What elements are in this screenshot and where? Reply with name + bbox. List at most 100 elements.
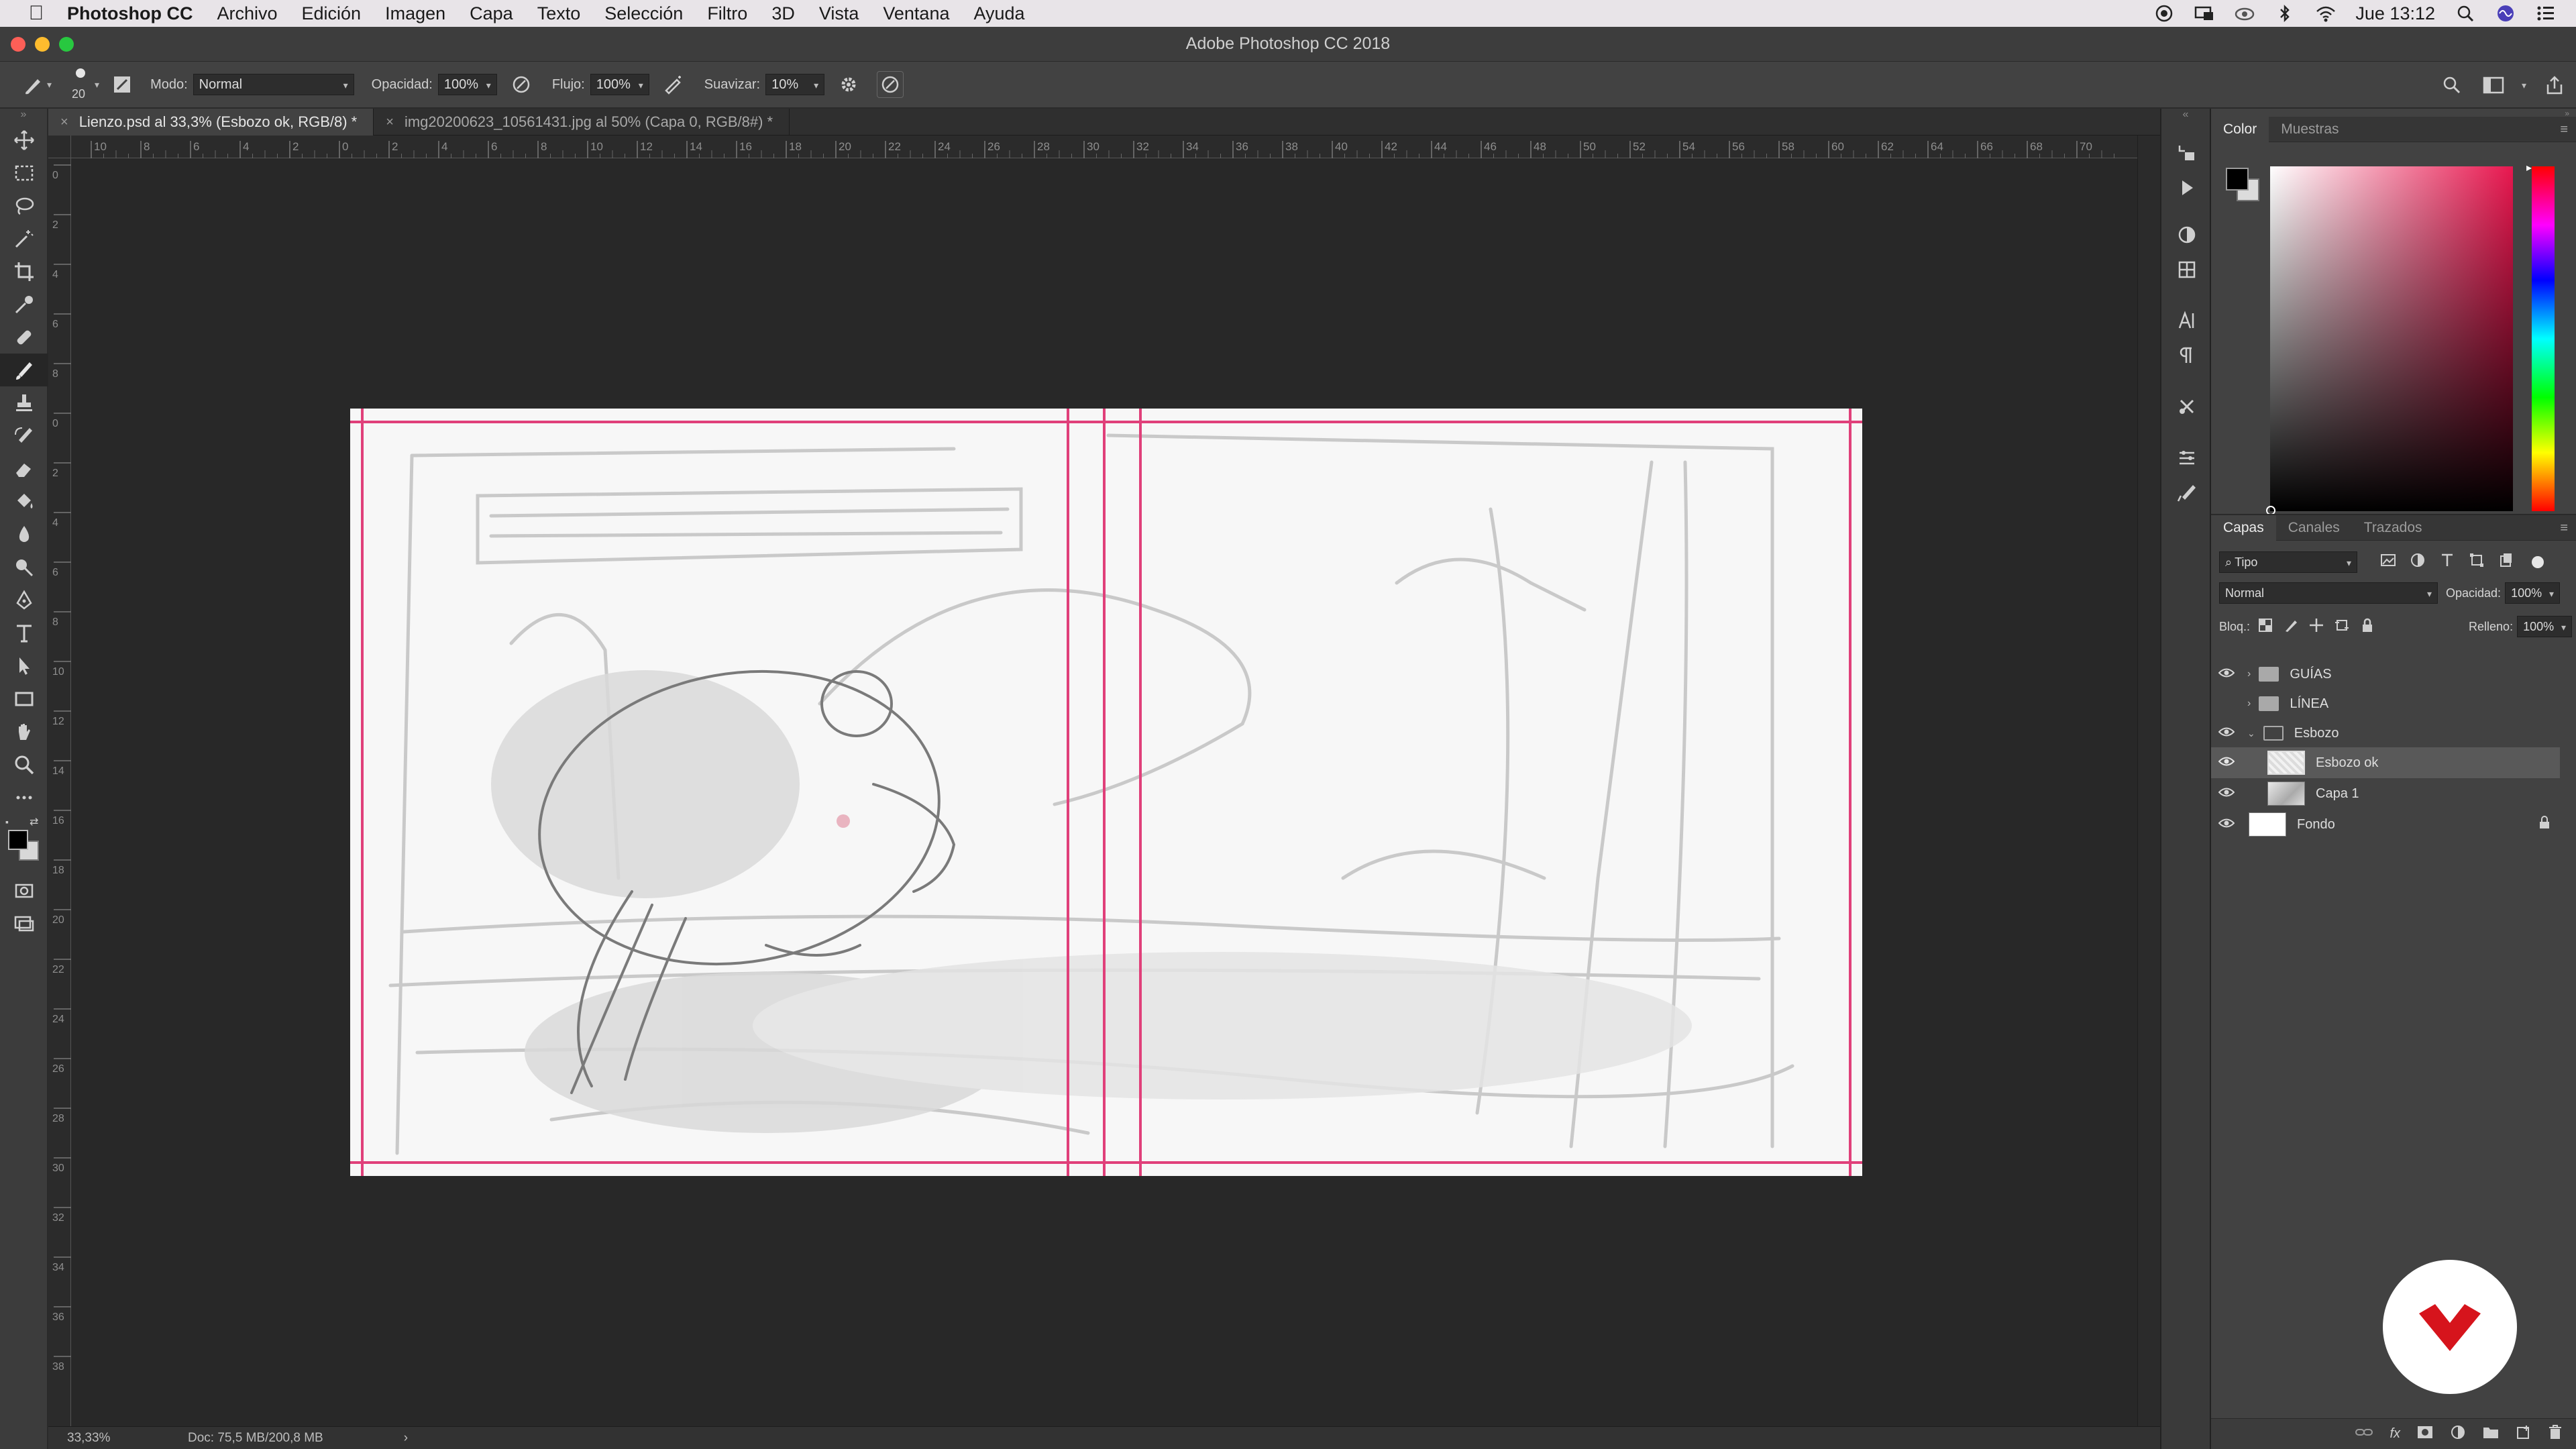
swap-colors-icon[interactable]: ⇄ xyxy=(30,815,38,828)
eyedropper-tool-icon[interactable] xyxy=(0,288,48,321)
share-icon[interactable] xyxy=(2541,72,2568,99)
lock-all-icon[interactable] xyxy=(2360,618,2375,636)
marquee-tool-icon[interactable] xyxy=(0,156,48,189)
type-tool-icon[interactable] xyxy=(0,616,48,649)
eye-icon[interactable] xyxy=(2211,667,2242,682)
chevron-down-icon[interactable]: ⌄ xyxy=(2247,728,2255,739)
screen-mode-icon[interactable] xyxy=(0,907,48,940)
eye-icon[interactable] xyxy=(2211,786,2242,802)
magic-wand-tool-icon[interactable] xyxy=(0,222,48,255)
doc-size-info[interactable]: Doc: 75,5 MB/200,8 MB xyxy=(188,1431,323,1446)
tool-presets-panel-icon[interactable] xyxy=(2161,389,2212,424)
paragraph-panel-icon[interactable] xyxy=(2161,338,2212,373)
hand-tool-icon[interactable] xyxy=(0,715,48,748)
zoom-tool-icon[interactable] xyxy=(0,748,48,781)
lock-artboard-icon[interactable] xyxy=(2334,618,2349,636)
character-panel-icon[interactable] xyxy=(2161,303,2212,338)
tab-layers[interactable]: Capas xyxy=(2211,515,2276,541)
trash-icon[interactable] xyxy=(2548,1424,2563,1444)
lock-position-icon[interactable] xyxy=(2309,618,2324,636)
layer-style-icon[interactable]: fx xyxy=(2390,1426,2400,1442)
layer-opacity-field[interactable]: 100% ▾ xyxy=(2505,582,2561,604)
spotlight-search-icon[interactable] xyxy=(2455,5,2475,22)
tab-paths[interactable]: Trazados xyxy=(2352,515,2434,541)
menu-vista[interactable]: Vista xyxy=(819,3,859,24)
smoothing-field[interactable]: 10% ▾ xyxy=(765,74,825,95)
paint-bucket-tool-icon[interactable] xyxy=(0,485,48,518)
foreground-color-swatch[interactable] xyxy=(8,830,28,850)
brush-size-picker[interactable]: 20 xyxy=(68,64,95,105)
menu-capa[interactable]: Capa xyxy=(470,3,513,24)
panel-menu-icon[interactable]: ≡ xyxy=(2560,521,2568,536)
menu-seleccion[interactable]: Selección xyxy=(604,3,683,24)
tab-img[interactable]: × img20200623_10561431.jpg al 50% (Capa … xyxy=(374,109,790,136)
crop-tool-icon[interactable] xyxy=(0,255,48,288)
layer-row-fondo[interactable]: Fondo xyxy=(2211,809,2560,840)
new-group-icon[interactable] xyxy=(2482,1425,2500,1443)
blur-tool-icon[interactable] xyxy=(0,518,48,551)
color-field[interactable] xyxy=(2270,166,2513,511)
history-brush-tool-icon[interactable] xyxy=(0,419,48,452)
vertical-scrollbar[interactable] xyxy=(2137,136,2160,1426)
record-icon[interactable] xyxy=(2154,5,2174,22)
new-adjustment-layer-icon[interactable] xyxy=(2450,1424,2466,1444)
pressure-size-icon[interactable] xyxy=(877,71,904,98)
menu-filtro[interactable]: Filtro xyxy=(707,3,747,24)
chevron-right-icon[interactable]: › xyxy=(2247,668,2251,680)
lock-icon[interactable] xyxy=(2538,816,2551,833)
airbrush-icon[interactable] xyxy=(660,71,687,98)
tab-swatches[interactable]: Muestras xyxy=(2269,117,2351,142)
lasso-tool-icon[interactable] xyxy=(0,189,48,222)
eye-icon[interactable] xyxy=(2211,726,2242,741)
gear-icon[interactable] xyxy=(835,71,862,98)
collapse-dock-icon[interactable]: « xyxy=(2161,109,2210,129)
more-tools-icon[interactable] xyxy=(0,781,48,814)
default-colors-icon[interactable]: ▪ xyxy=(5,816,9,827)
vertical-ruler[interactable]: 0 2 4 6 8 0 2 4 6 8 10 12 14 16 18 20 22 24 26 28 30 32 34 36 38 xyxy=(48,158,71,1426)
layer-row-linea[interactable]: › LÍNEA xyxy=(2211,688,2560,719)
chevron-right-icon[interactable]: › xyxy=(2247,698,2251,710)
eye-icon[interactable] xyxy=(2211,817,2242,833)
layer-row-guias[interactable]: › GUÍAS xyxy=(2211,659,2560,690)
app-menu-name[interactable]: Photoshop CC xyxy=(67,3,193,24)
menu-ayuda[interactable]: Ayuda xyxy=(973,3,1024,24)
hue-slider[interactable] xyxy=(2532,166,2555,511)
adjustments-panel-icon[interactable] xyxy=(2161,217,2212,252)
eye-hidden-icon[interactable] xyxy=(2211,696,2242,712)
lock-transparency-icon[interactable] xyxy=(2258,618,2273,636)
color-swatches[interactable]: ▪ ⇄ xyxy=(0,814,48,874)
eraser-tool-icon[interactable] xyxy=(0,452,48,485)
filter-pixel-icon[interactable] xyxy=(2380,552,2396,572)
notification-center-icon[interactable] xyxy=(2536,5,2556,22)
search-icon[interactable] xyxy=(2438,72,2465,99)
pen-tool-icon[interactable] xyxy=(0,584,48,616)
menu-edicion[interactable]: Edición xyxy=(302,3,362,24)
menu-texto[interactable]: Texto xyxy=(537,3,581,24)
brush-tool-icon[interactable] xyxy=(0,354,48,386)
healing-brush-tool-icon[interactable] xyxy=(0,321,48,354)
canvas-workspace[interactable] xyxy=(71,158,2137,1426)
document-canvas[interactable] xyxy=(350,409,1862,1176)
panel-menu-icon[interactable]: ≡ xyxy=(2560,122,2568,138)
brush-settings-panel-icon[interactable] xyxy=(2161,440,2212,475)
creative-cloud-icon[interactable] xyxy=(2235,5,2255,22)
brush-preset-icon[interactable] xyxy=(20,71,47,98)
layer-row-esbozo[interactable]: ⌄ Esbozo xyxy=(2211,718,2560,749)
panel-grip-icon[interactable]: » xyxy=(0,109,47,123)
foreground-color-swatch[interactable] xyxy=(2226,168,2249,191)
close-tab-icon[interactable]: × xyxy=(60,115,68,130)
ruler-origin[interactable] xyxy=(48,136,71,158)
bluetooth-icon[interactable] xyxy=(2275,4,2295,23)
filter-toggle-switch[interactable] xyxy=(2532,556,2544,568)
filter-smart-object-icon[interactable] xyxy=(2498,552,2514,572)
menu-ventana[interactable]: Ventana xyxy=(883,3,949,24)
menu-3d[interactable]: 3D xyxy=(771,3,795,24)
mode-dropdown[interactable]: Normal ▾ xyxy=(193,74,354,95)
menubar-clock[interactable]: Jue 13:12 xyxy=(2355,3,2435,24)
filter-adjustment-icon[interactable] xyxy=(2410,552,2426,572)
fill-field[interactable]: 100% ▾ xyxy=(2517,616,2573,637)
menu-archivo[interactable]: Archivo xyxy=(217,3,277,24)
blend-mode-dropdown[interactable]: Normal ▾ xyxy=(2219,582,2438,604)
move-tool-icon[interactable] xyxy=(0,123,48,156)
wifi-icon[interactable] xyxy=(2315,5,2336,22)
